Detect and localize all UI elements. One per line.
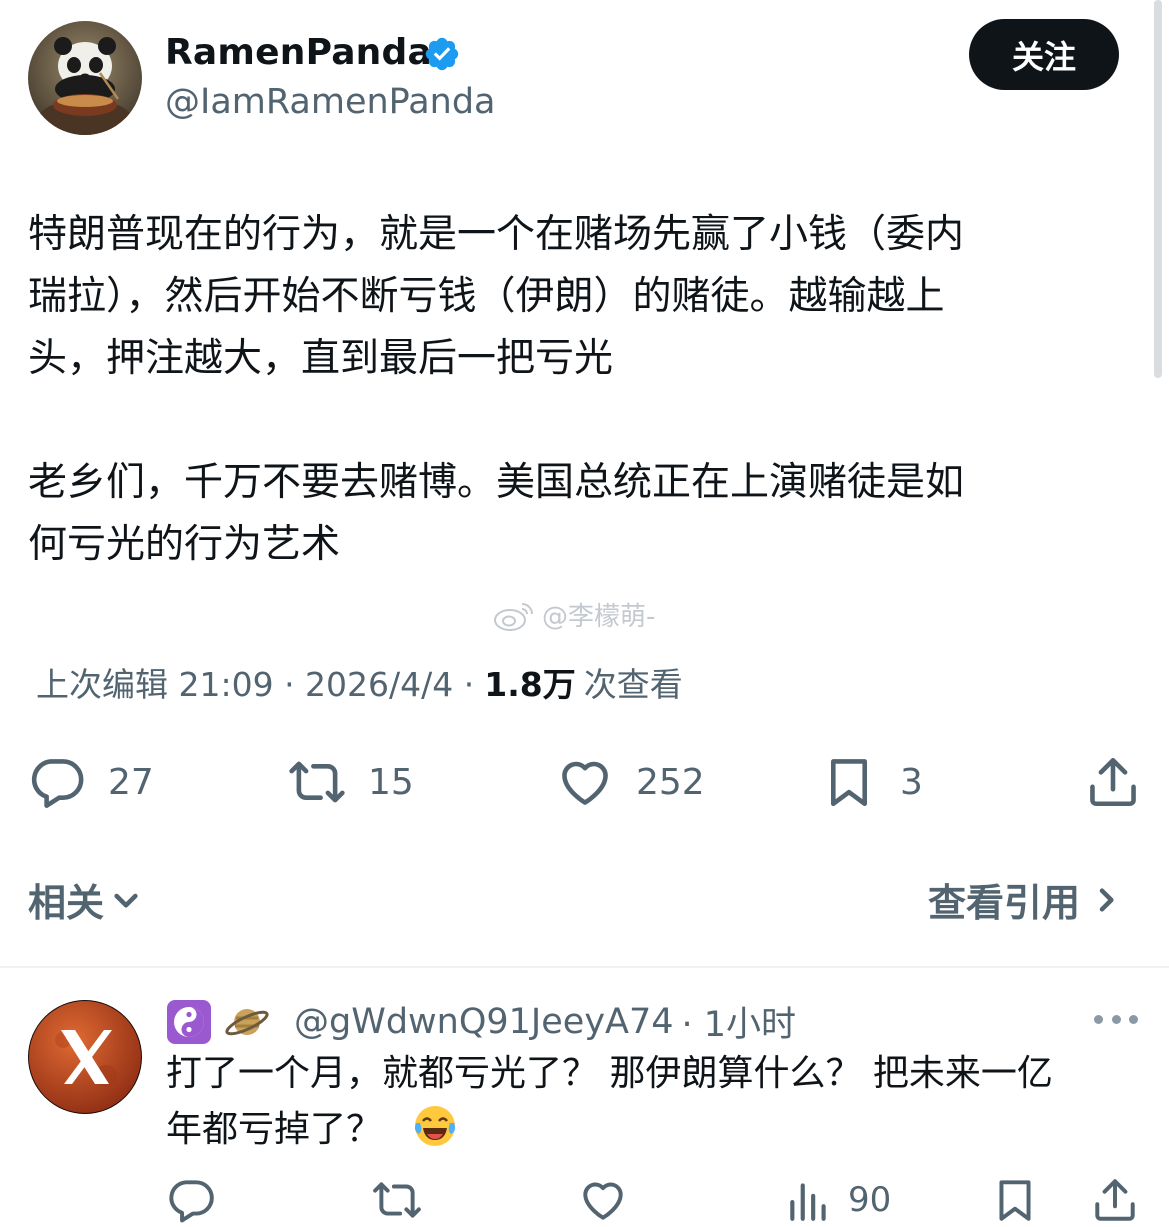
reply-header: @gWdwnQ91JeeyA74 · 1小时 bbox=[166, 996, 796, 1047]
like-button[interactable]: 252 bbox=[556, 752, 705, 812]
follow-button[interactable]: 关注 bbox=[969, 19, 1119, 90]
reply-author-handle[interactable]: @gWdwnQ91JeeyA74 bbox=[294, 1002, 674, 1042]
share-icon bbox=[1090, 757, 1136, 807]
view-quotes-link[interactable]: 查看引用 bbox=[928, 872, 1122, 927]
like-count: 252 bbox=[636, 761, 705, 803]
related-label: 相关 bbox=[28, 881, 105, 925]
reply-views-count: 90 bbox=[848, 1180, 892, 1220]
reply-text: 打了一个月，就都亏光了？ 那伊朗算什么？ 把未来一亿 年都亏掉了？ bbox=[166, 1053, 1053, 1150]
bookmark-count: 3 bbox=[900, 761, 923, 803]
reply-retweet-button[interactable] bbox=[372, 1174, 422, 1226]
section-divider bbox=[0, 966, 1169, 968]
dot bbox=[1129, 1014, 1138, 1024]
related-toggle[interactable]: 相关 bbox=[28, 872, 142, 927]
analytics-icon bbox=[790, 1183, 826, 1221]
views-count: 1.8万 bbox=[484, 665, 576, 704]
bookmark-button[interactable]: 3 bbox=[820, 752, 923, 812]
author-handle[interactable]: @IamRamenPanda bbox=[165, 82, 496, 122]
reply-like-button[interactable] bbox=[578, 1174, 628, 1226]
tweet-meta: 上次编辑 21:09 · 2026/4/4 · 1.8万 次查看 bbox=[36, 658, 683, 706]
scrollbar[interactable] bbox=[1154, 0, 1162, 378]
reply-time[interactable]: · 1小时 bbox=[682, 996, 797, 1047]
retweet-icon bbox=[289, 761, 345, 803]
reply-button[interactable]: 27 bbox=[28, 752, 154, 812]
chevron-down-icon bbox=[114, 893, 138, 908]
reply-reply-button[interactable] bbox=[166, 1174, 216, 1226]
verified-badge-icon bbox=[423, 35, 461, 73]
weibo-logo-icon bbox=[494, 602, 533, 631]
heart-icon bbox=[583, 1182, 623, 1220]
watermark-text: @李檬萌- bbox=[542, 602, 656, 632]
retweet-button[interactable]: 15 bbox=[288, 752, 414, 812]
bookmark-icon bbox=[830, 759, 868, 807]
face-with-tears-of-joy-icon bbox=[412, 1103, 458, 1149]
quotes-label: 查看引用 bbox=[928, 881, 1081, 925]
reply-views-button[interactable]: 90 bbox=[784, 1174, 891, 1226]
share-button[interactable] bbox=[1084, 752, 1142, 812]
dot bbox=[1111, 1014, 1121, 1024]
watermark: @李檬萌- bbox=[492, 596, 655, 633]
more-options-icon[interactable] bbox=[1094, 1004, 1138, 1034]
reply-icon bbox=[169, 1180, 214, 1223]
dot bbox=[1094, 1014, 1103, 1024]
retweet-icon bbox=[373, 1182, 421, 1218]
reply-text-block: 打了一个月，就都亏光了？ 那伊朗算什么？ 把未来一亿 年都亏掉了？ bbox=[166, 1046, 1146, 1158]
retweet-count: 15 bbox=[368, 761, 414, 803]
reply-share-button[interactable] bbox=[1090, 1174, 1140, 1226]
reply-count: 27 bbox=[108, 761, 154, 803]
heart-icon bbox=[562, 761, 608, 805]
reply-author-avatar[interactable] bbox=[28, 1000, 142, 1114]
share-icon bbox=[1095, 1179, 1135, 1221]
ringed-planet-icon bbox=[224, 999, 270, 1045]
chevron-right-icon bbox=[1099, 887, 1114, 912]
views-label: 次查看 bbox=[583, 665, 683, 704]
author-avatar[interactable] bbox=[28, 21, 142, 135]
tweet-timestamp[interactable]: 上次编辑 21:09 · 2026/4/4 · bbox=[36, 658, 474, 706]
yin-yang-icon bbox=[166, 999, 212, 1045]
tweet-text: 特朗普现在的行为，就是一个在赌场先赢了小钱（委内 瑞拉），然后开始不断亏钱（伊朗… bbox=[28, 212, 965, 567]
reply-icon bbox=[31, 759, 84, 808]
bookmark-icon bbox=[999, 1180, 1031, 1221]
author-display-name[interactable]: RamenPanda bbox=[165, 32, 432, 73]
reply-bookmark-button[interactable] bbox=[990, 1174, 1040, 1226]
